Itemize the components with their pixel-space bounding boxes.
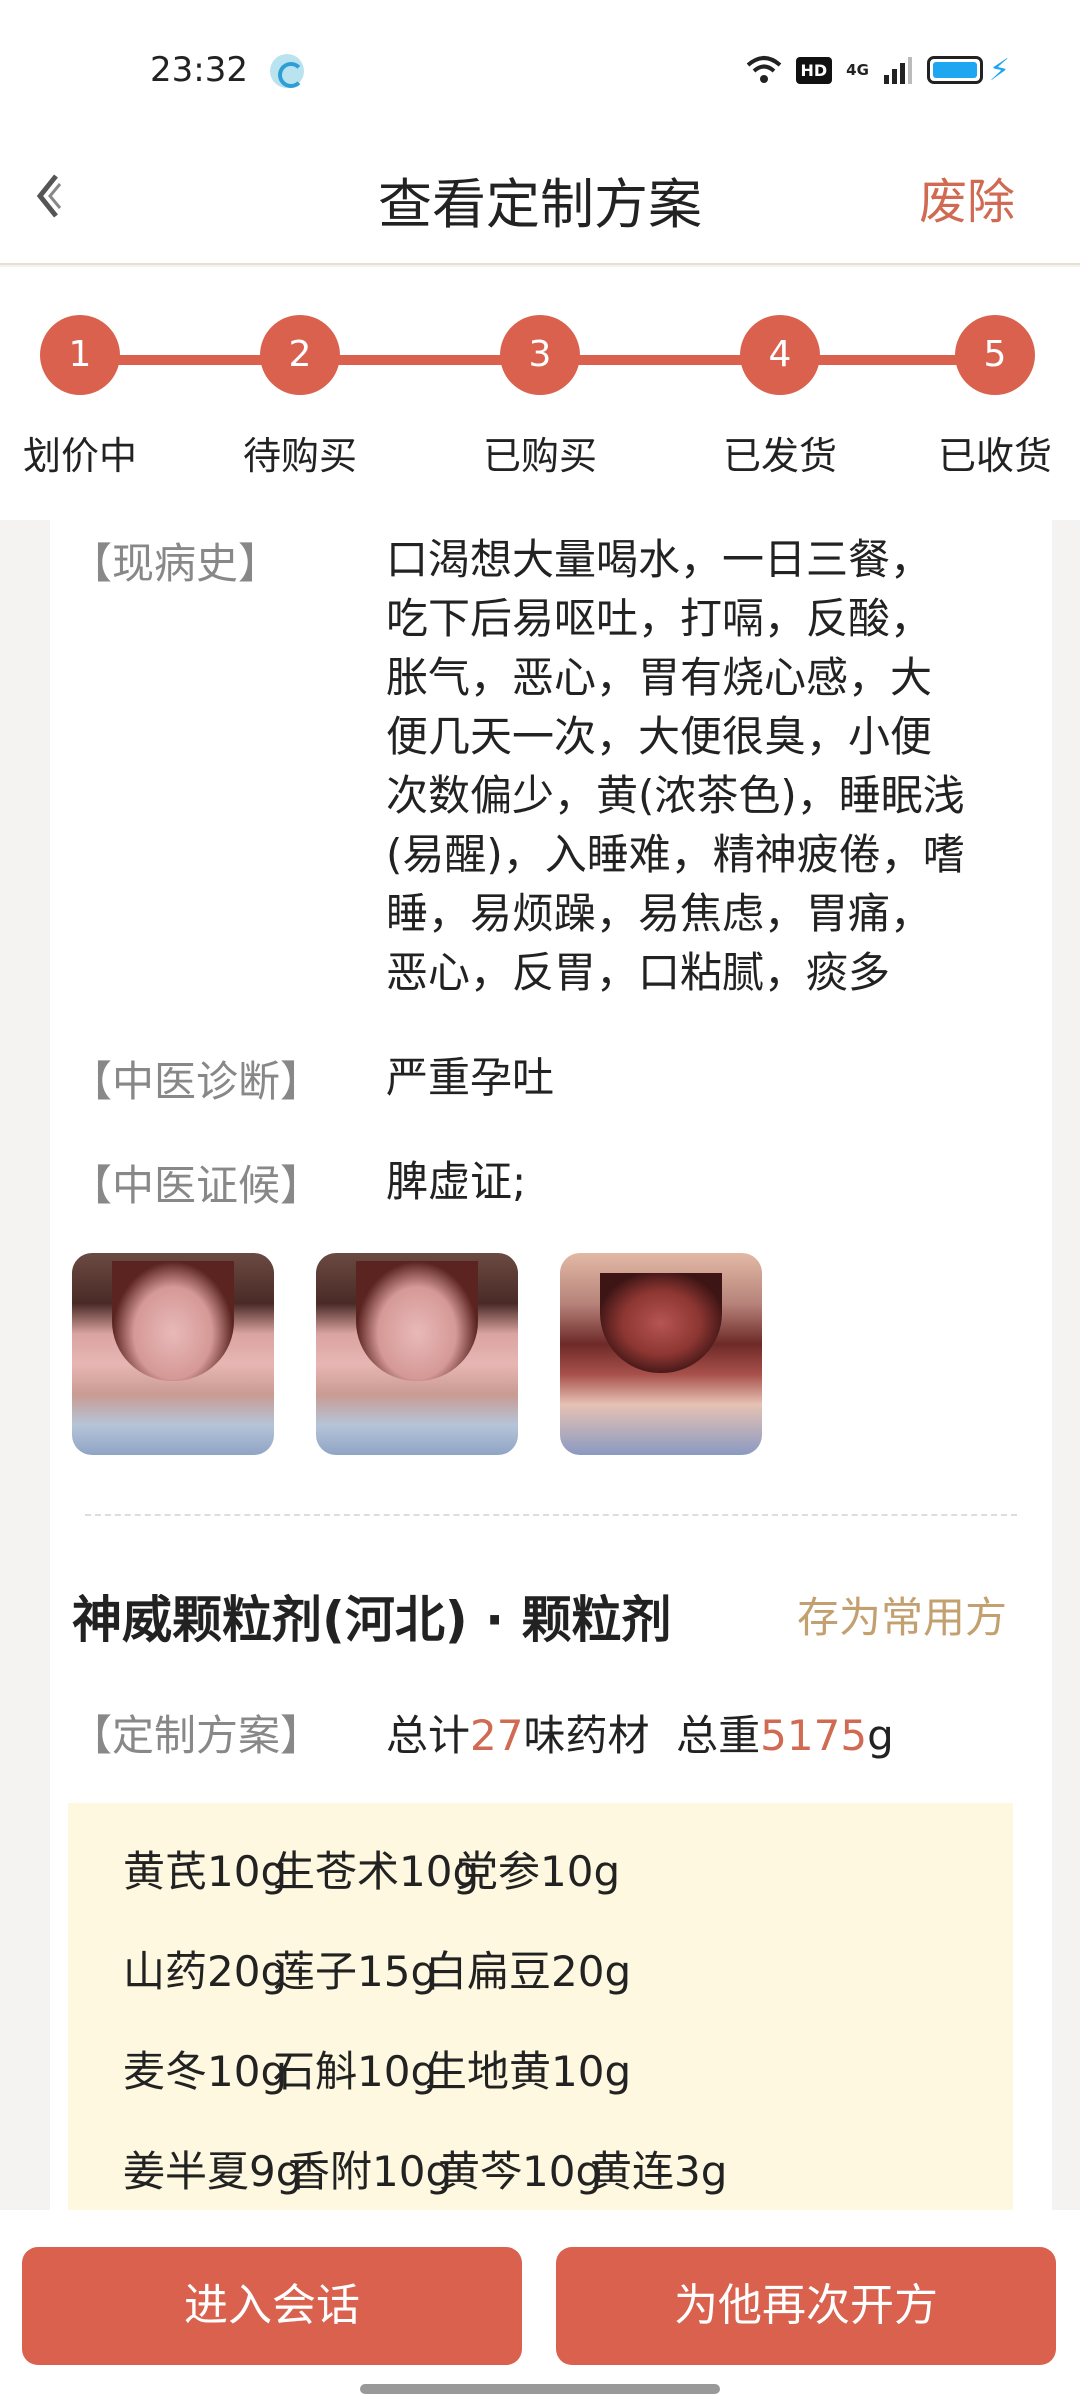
herb-item: 麦冬10g	[123, 2047, 288, 2096]
save-as-common-button[interactable]: 存为常用方	[797, 1584, 1007, 1645]
history-line: 恶心，反胃，口粘腻，痰多	[386, 948, 891, 997]
step-label: 划价中	[22, 434, 137, 478]
represcribe-button[interactable]: 为他再次开方	[556, 2247, 1056, 2365]
herb-item: 石斛10g	[273, 2047, 438, 2096]
tongue-photo[interactable]	[316, 1253, 518, 1455]
step-4: 4 已发货	[710, 315, 850, 480]
drug-title: 神威颗粒剂(河北) · 颗粒剂	[72, 1591, 672, 1649]
history-line: 次数偏少，黄(浓茶色)，睡眠浅	[386, 771, 965, 820]
herb-item: 黄连3g	[590, 2147, 728, 2196]
hd-badge: HD	[795, 56, 833, 84]
herb-list: 黄芪10g 生苍术10g 党参10g 山药20g 莲子15g 白扁豆20g 麦冬…	[68, 1803, 1013, 2220]
diagnosis-label: 【中医诊断】	[70, 1057, 323, 1106]
herb-item: 莲子15g	[273, 1947, 438, 1996]
diagnosis-value: 严重孕吐	[386, 1053, 555, 1102]
step-number: 5	[955, 315, 1035, 395]
step-number: 1	[40, 315, 120, 395]
status-time: 23:32	[150, 50, 248, 90]
history-line: 口渴想大量喝水，一日三餐，	[386, 535, 933, 584]
cell-signal-icon	[883, 57, 912, 84]
enter-chat-button[interactable]: 进入会话	[22, 2247, 522, 2365]
step-label: 待购买	[242, 434, 357, 478]
history-line: 吃下后易呕吐，打嗝，反酸，	[386, 594, 933, 643]
abolish-button[interactable]: 废除	[919, 162, 1015, 232]
app-notification-icon	[270, 54, 304, 88]
plan-mid: 味药材 总重	[523, 1711, 761, 1760]
history-line: 胀气，恶心，胃有烧心感，大	[386, 653, 933, 702]
step-1: 1 划价中	[10, 315, 150, 480]
battery-icon	[926, 56, 983, 84]
wifi-icon	[746, 56, 781, 83]
history-line: 睡，易烦躁，易焦虑，胃痛，	[386, 889, 933, 938]
step-label: 已发货	[722, 434, 837, 478]
step-5: 5 已收货	[925, 315, 1065, 480]
herb-item: 党参10g	[456, 1847, 621, 1896]
history-line: 便几天一次，大便很臭，小便	[386, 712, 933, 761]
bottom-action-bar: 进入会话 为他再次开方	[0, 2210, 1080, 2400]
history-label: 【现病史】	[70, 539, 281, 588]
history-line: (易醒)，入睡难，精神疲倦，嗜	[386, 830, 965, 879]
herb-item: 生地黄10g	[425, 2047, 632, 2096]
herb-count: 27	[470, 1711, 524, 1760]
syndrome-label: 【中医证候】	[70, 1161, 323, 1210]
tongue-photo[interactable]	[72, 1253, 274, 1455]
prescription-detail[interactable]: 【现病史】 口渴想大量喝水，一日三餐， 吃下后易呕吐，打嗝，反酸， 胀气，恶心，…	[50, 520, 1052, 2220]
herb-item: 香附10g	[288, 2147, 453, 2196]
step-label: 已购买	[482, 434, 597, 478]
order-progress: 1 划价中 2 待购买 3 已购买 4 已发货 5 已收货	[0, 267, 1080, 520]
syndrome-value: 脾虚证;	[386, 1157, 527, 1206]
plan-label: 【定制方案】	[70, 1711, 323, 1760]
charging-icon: ⚡	[988, 52, 1010, 88]
herb-item: 山药20g	[123, 1947, 288, 1996]
signal-4g-label: 4G	[846, 61, 869, 79]
tongue-photos	[72, 1253, 762, 1455]
plan-row: 【定制方案】 总计27味药材 总重5175g	[70, 1702, 894, 1763]
total-weight: 5175	[760, 1711, 868, 1760]
step-2: 2 待购买	[230, 315, 370, 480]
herb-item: 白扁豆20g	[425, 1947, 632, 1996]
step-label: 已收货	[937, 434, 1052, 478]
herb-item: 黄芪10g	[123, 1847, 288, 1896]
tongue-photo[interactable]	[560, 1253, 762, 1455]
step-number: 3	[500, 315, 580, 395]
status-bar: 23:32 HD 4G ⚡	[0, 0, 1080, 140]
plan-summary: 总计27味药材 总重5175g	[386, 1702, 894, 1763]
herb-item: 生苍术10g	[273, 1847, 480, 1896]
herb-item: 黄芩10g	[438, 2147, 603, 2196]
history-text: 口渴想大量喝水，一日三餐， 吃下后易呕吐，打嗝，反酸， 胀气，恶心，胃有烧心感，…	[386, 530, 1032, 1002]
status-icons: HD 4G ⚡	[746, 50, 1010, 90]
weight-unit: g	[867, 1711, 894, 1760]
herb-item: 姜半夏9g	[123, 2147, 303, 2196]
step-number: 4	[740, 315, 820, 395]
nav-bar: 查看定制方案 废除	[0, 140, 1080, 265]
plan-prefix: 总计	[386, 1711, 471, 1760]
step-3: 3 已购买	[470, 315, 610, 480]
step-number: 2	[260, 315, 340, 395]
home-indicator[interactable]	[360, 2384, 720, 2394]
divider	[85, 1514, 1017, 1516]
